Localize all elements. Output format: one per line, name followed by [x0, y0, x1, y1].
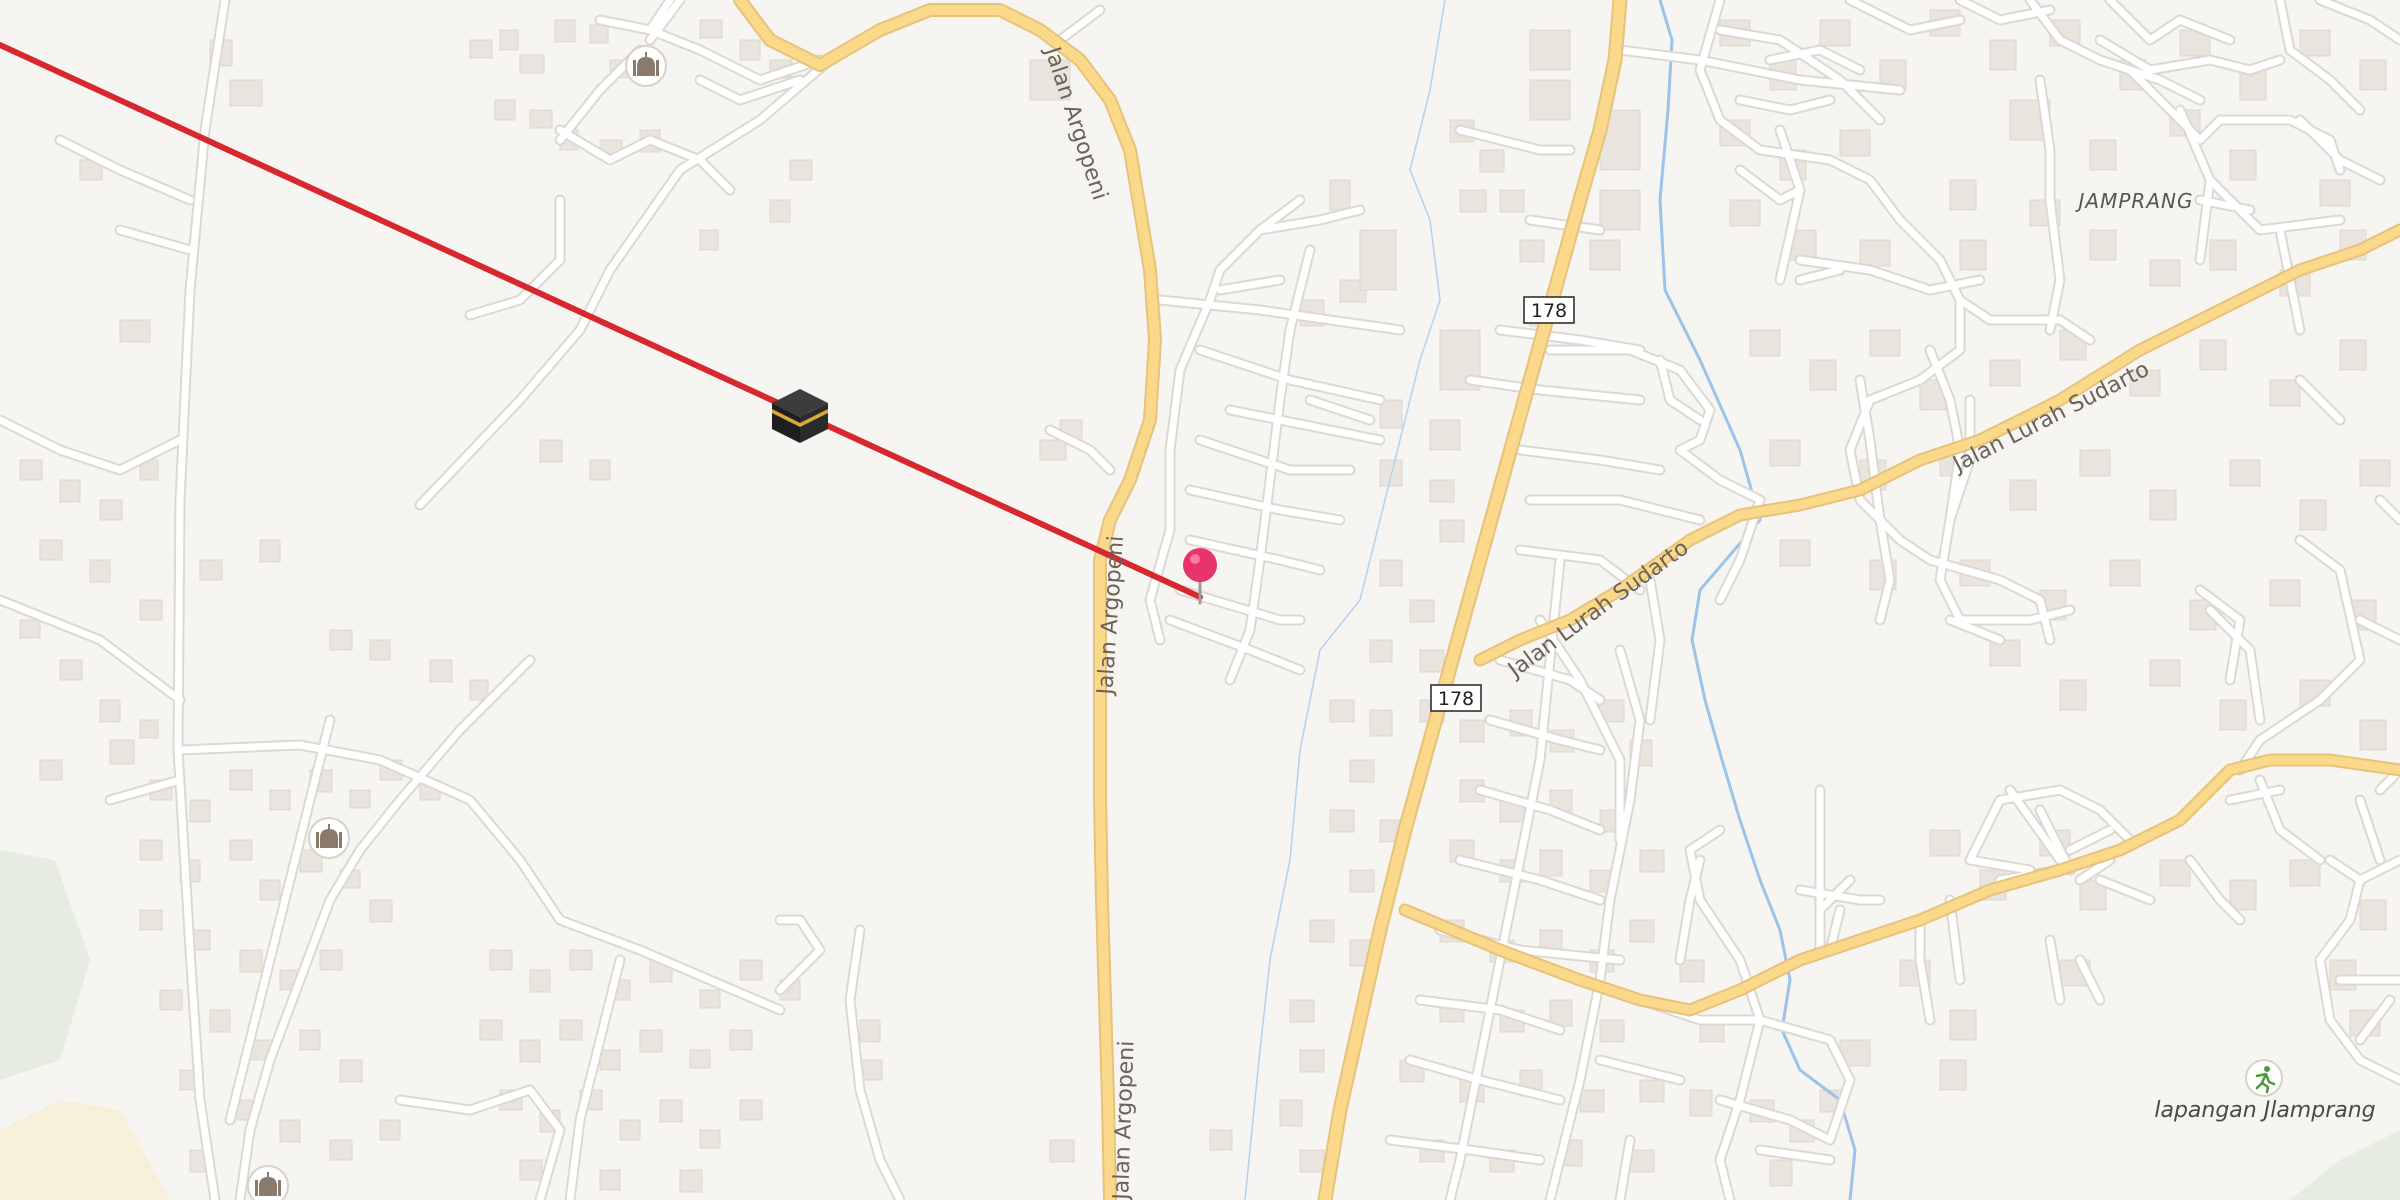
- map-canvas[interactable]: Jalan Argopeni Jalan Argopeni Jalan Argo…: [0, 0, 2400, 1200]
- mosque-icon[interactable]: [625, 45, 667, 87]
- mosque-icon[interactable]: [247, 1165, 289, 1200]
- map-view[interactable]: Jalan Argopeni Jalan Argopeni Jalan Argo…: [0, 0, 2400, 1200]
- route-shield-text: 178: [1531, 300, 1567, 322]
- route-shield-178: 178: [1523, 296, 1575, 324]
- mosque-icon[interactable]: [308, 817, 350, 859]
- route-shield-text: 178: [1438, 688, 1474, 710]
- route-shield-178: 178: [1430, 684, 1482, 712]
- running-person-icon[interactable]: [2245, 1059, 2283, 1097]
- place-label-jamprang: JAMPRANG: [2075, 189, 2194, 213]
- poi-label-lapangan[interactable]: lapangan Jlamprang: [2154, 1098, 2375, 1123]
